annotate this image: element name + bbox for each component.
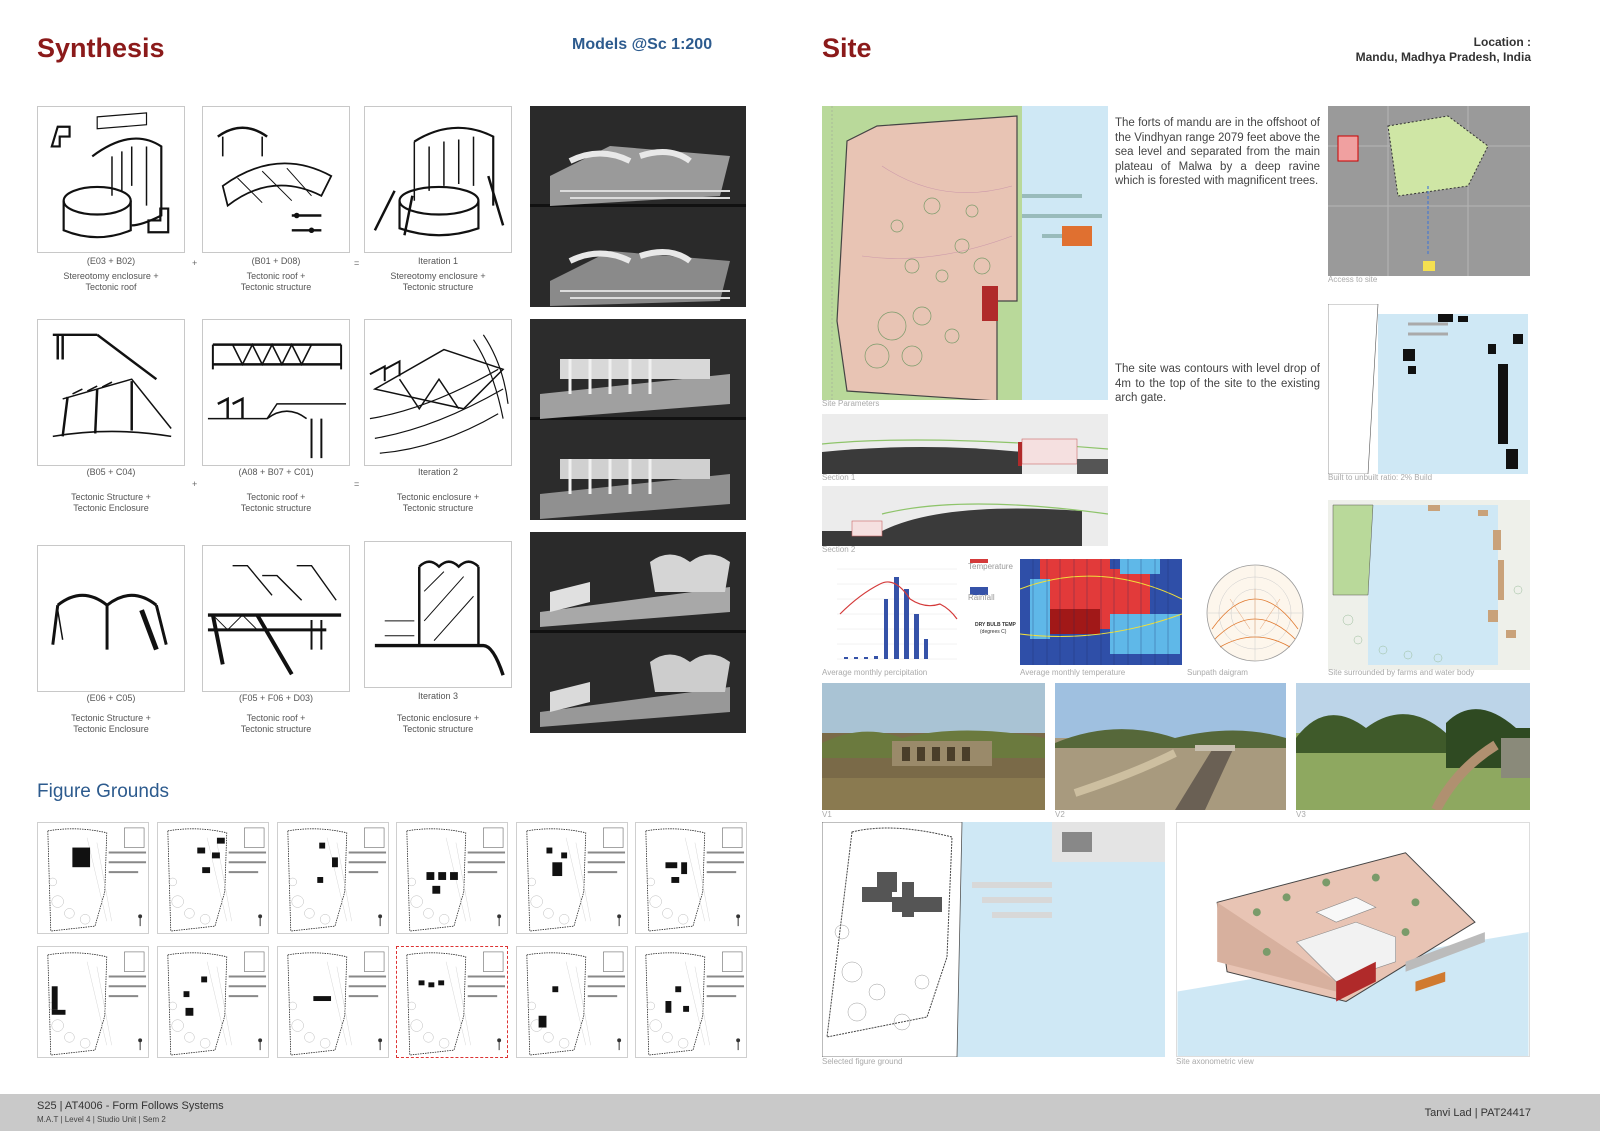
legend-rainfall: Rainfall	[968, 593, 995, 602]
built-ratio-map	[1328, 304, 1530, 474]
dry-bulb-unit: (degrees C)	[980, 629, 1007, 635]
sketch-b05-c04	[37, 319, 185, 466]
row2-caption-2: (A08 + B07 + C01) Tectonic roof + Tectonic…	[238, 467, 314, 513]
figure-ground-thumbnail	[37, 946, 149, 1058]
footer-sub: M.A.T | Level 4 | Studio Unit | Sem 2	[37, 1115, 166, 1124]
site-photo-v2	[1055, 683, 1286, 810]
location-block: Location : Mandu, Madhya Pradesh, India	[1356, 35, 1531, 65]
figure-ground-thumbnail	[37, 822, 149, 934]
access-map	[1328, 106, 1530, 276]
figure-ground-thumbnail	[635, 822, 747, 934]
row2-caption-3: Iteration 2 Tectonic enclosure + Tectonic …	[396, 467, 480, 513]
row3-caption-2: (F05 + F06 + D03) Tectonic roof + Tectonic…	[238, 693, 314, 734]
sketch-e03-b02	[37, 106, 185, 253]
model-photo-2	[530, 319, 746, 520]
figure-ground-thumbnail	[516, 822, 628, 934]
figure-ground-thumbnail	[396, 946, 508, 1058]
footer-course: S25 | AT4006 - Form Follows Systems	[37, 1100, 224, 1112]
selected-figure-ground-plan	[822, 822, 1165, 1057]
model-photo-3	[530, 532, 746, 733]
plus-sign: +	[192, 258, 198, 268]
section-1	[822, 414, 1108, 474]
figure-ground-thumbnail	[277, 946, 389, 1058]
site-photo-v3	[1296, 683, 1530, 810]
models-title: Models @Sc 1:200	[572, 36, 713, 53]
figure-ground-thumbnail	[396, 822, 508, 934]
label-access: Access to site	[1328, 275, 1378, 284]
location-label: Location :	[1473, 35, 1531, 49]
sketch-e06-c05	[37, 545, 185, 692]
plus-sign-2: +	[192, 479, 198, 489]
label-selected-fg: Selected figure ground	[822, 1057, 903, 1066]
synthesis-title: Synthesis	[37, 33, 165, 63]
row3-caption-3: Iteration 3 Tectonic enclosure + Tectonic …	[396, 691, 480, 734]
row1-caption-1: (E03 + B02) Stereotomy enclosure + Tectoni…	[63, 256, 159, 292]
site-contour-description: The site was contours with level drop of…	[1115, 363, 1320, 404]
equals-sign-2: =	[354, 479, 360, 489]
sketch-iteration-3	[364, 541, 512, 688]
row1-caption-3: Iteration 1 Stereotomy enclosure + Tectoni…	[390, 256, 486, 292]
label-site-parameters: Site Parameters	[822, 399, 880, 408]
site-parameters-plan	[822, 106, 1108, 400]
sketch-b01-d08	[202, 106, 350, 253]
label-axonometric: Site axonometric view	[1176, 1057, 1254, 1066]
sketch-iteration-1	[364, 106, 512, 253]
label-built-ratio: Built to unbuilt ratio: 2% Build	[1328, 473, 1433, 482]
precipitation-chart	[822, 559, 1014, 667]
sketch-f05-f06-d03	[202, 545, 350, 692]
site-description: The forts of mandu are in the offshoot o…	[1115, 117, 1320, 187]
sunpath-diagram	[1190, 559, 1320, 667]
equals-sign: =	[354, 258, 360, 268]
label-v3: V3	[1296, 810, 1306, 819]
label-v2: V2	[1055, 810, 1065, 819]
label-sunpath: Sunpath daigram	[1187, 668, 1248, 677]
sketch-iteration-2	[364, 319, 512, 466]
section-2	[822, 486, 1108, 546]
row1-caption-2: (B01 + D08) Tectonic roof + Tectonic struc…	[240, 256, 312, 292]
surroundings-map	[1328, 500, 1530, 670]
row2-caption-1: (B05 + C04) Tectonic Structure + Tectonic …	[71, 467, 151, 513]
label-precipitation: Average monthly percipitation	[822, 668, 928, 677]
sketch-a08-b07-c01	[202, 319, 350, 466]
label-section-2: Section 2	[822, 545, 856, 554]
label-temperature: Average monthly temperature	[1020, 668, 1126, 677]
figure-ground-thumbnail	[635, 946, 747, 1058]
model-photo-1	[530, 106, 746, 307]
footer-author: Tanvi Lad | PAT24417	[1424, 1107, 1531, 1119]
site-photo-v1	[822, 683, 1045, 810]
site-title: Site	[822, 33, 872, 63]
figure-ground-thumbnail	[157, 946, 269, 1058]
figure-ground-thumbnail	[277, 822, 389, 934]
figure-ground-thumbnail	[157, 822, 269, 934]
figure-grounds-title: Figure Grounds	[37, 781, 170, 802]
label-v1: V1	[822, 810, 832, 819]
temperature-heatmap	[1020, 559, 1182, 665]
site-axonometric	[1176, 822, 1530, 1057]
label-section-1: Section 1	[822, 473, 856, 482]
legend-temperature: Temperature	[968, 562, 1013, 571]
label-surrounded: Site surrounded by farms and water body	[1328, 668, 1475, 677]
dry-bulb-label: DRY BULB TEMP	[975, 622, 1016, 628]
location-value: Mandu, Madhya Pradesh, India	[1355, 50, 1531, 64]
row3-caption-1: (E06 + C05) Tectonic Structure + Tectonic …	[71, 693, 151, 734]
footer-bar: S25 | AT4006 - Form Follows Systems M.A.…	[0, 1094, 1600, 1131]
figure-ground-thumbnail	[516, 946, 628, 1058]
